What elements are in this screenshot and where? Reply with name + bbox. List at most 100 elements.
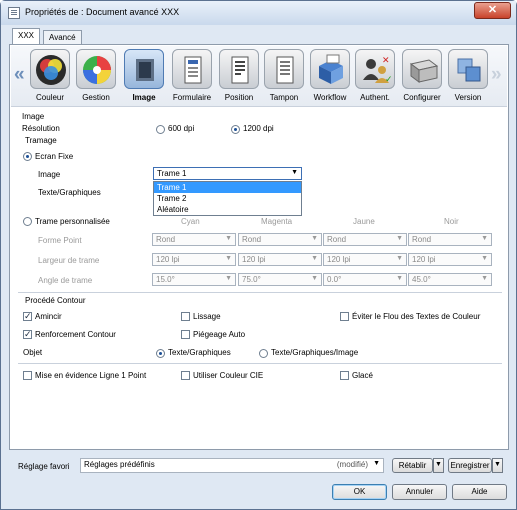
toolbar-separator	[11, 106, 507, 107]
resolution-1200-radio[interactable]	[231, 125, 240, 134]
forme-cyan-select[interactable]: Rond ▼	[152, 233, 236, 246]
toolbar-label: Couleur	[35, 93, 64, 102]
toolbar-authent[interactable]: ✕ ✓ Authent.	[353, 49, 397, 102]
select-value: Rond	[412, 235, 432, 244]
document-app-icon	[8, 7, 20, 19]
tab-avance[interactable]: Avancé	[43, 30, 82, 44]
eviter-flou-checkbox[interactable]	[340, 312, 349, 321]
eviter-flou-label: Éviter le Flou des Textes de Couleur	[352, 312, 481, 321]
forme-jaune-select[interactable]: Rond ▼	[323, 233, 407, 246]
toolbar-label: Image	[132, 93, 156, 102]
chevron-down-icon: ▼	[481, 255, 488, 262]
chevron-down-icon: ▼	[396, 255, 403, 262]
angle-trame-label: Angle de trame	[38, 276, 93, 285]
col-header-cyan: Cyan	[181, 217, 200, 226]
dropdown-option-trame-2[interactable]: Trame 2	[154, 193, 301, 204]
amincir-checkbox[interactable]: ✓	[23, 312, 32, 321]
restore-button[interactable]: Rétablir	[392, 458, 433, 473]
cancel-button[interactable]: Annuler	[392, 484, 447, 500]
tab-xxx[interactable]: XXX	[12, 28, 41, 44]
col-header-noir: Noir	[444, 217, 459, 226]
favorite-setting-select[interactable]: Réglages prédéfinis (modifié) ▼	[80, 458, 384, 473]
workflow-icon	[310, 49, 350, 89]
chevron-down-icon: ▼	[225, 275, 232, 282]
scroll-left-arrow-icon[interactable]: «	[14, 64, 25, 86]
toolbar-label: Tampon	[269, 93, 299, 102]
resolution-label: Résolution	[22, 124, 60, 133]
select-value: Rond	[327, 235, 347, 244]
contour-section-header: Procédé Contour	[25, 296, 86, 305]
angle-jaune-select[interactable]: 0.0° ▼	[323, 273, 407, 286]
image-screen-label: Image	[38, 170, 61, 179]
lissage-label: Lissage	[193, 312, 221, 321]
largeur-noir-select[interactable]: 120 lpi ▼	[408, 253, 492, 266]
select-value: 120 lpi	[156, 255, 180, 264]
objet-texte-image-label: Texte/Graphiques/Image	[271, 348, 359, 357]
svg-text:✓: ✓	[385, 75, 393, 85]
mise-en-evidence-label: Mise en évidence Ligne 1 Point	[35, 371, 147, 380]
glace-checkbox[interactable]	[340, 371, 349, 380]
ecran-fixe-radio[interactable]	[23, 152, 32, 161]
couleur-cie-checkbox[interactable]	[181, 371, 190, 380]
toolbar-workflow[interactable]: Workflow	[308, 49, 352, 102]
angle-noir-select[interactable]: 45.0° ▼	[408, 273, 492, 286]
toolbar-position[interactable]: Position	[217, 49, 261, 102]
forme-magenta-select[interactable]: Rond ▼	[238, 233, 322, 246]
help-button[interactable]: Aide	[452, 484, 507, 500]
chevron-down-icon: ▼	[481, 275, 488, 282]
image-section-header: Image	[22, 112, 45, 121]
objet-texte-image-radio[interactable]	[259, 349, 268, 358]
toolbar-label: Position	[224, 93, 254, 102]
objet-texte-label: Texte/Graphiques	[168, 348, 231, 357]
toolbar-version[interactable]: Version	[446, 49, 490, 102]
col-header-jaune: Jaune	[353, 217, 375, 226]
renforcement-checkbox[interactable]: ✓	[23, 330, 32, 339]
toolbar-label: Workflow	[313, 93, 347, 102]
toolbar-label: Formulaire	[172, 93, 212, 102]
piegeage-checkbox[interactable]	[181, 330, 190, 339]
objet-label: Objet	[23, 348, 43, 357]
tramage-label: Tramage	[25, 136, 57, 145]
mise-en-evidence-checkbox[interactable]	[23, 371, 32, 380]
select-value: 0.0°	[327, 275, 342, 284]
resolution-600-radio[interactable]	[156, 125, 165, 134]
largeur-magenta-select[interactable]: 120 lpi ▼	[238, 253, 322, 266]
toolbar-gestion[interactable]: Gestion	[74, 49, 118, 102]
restore-menu-arrow[interactable]: ▼	[433, 458, 444, 473]
largeur-cyan-select[interactable]: 120 lpi ▼	[152, 253, 236, 266]
toolbar-label: Gestion	[82, 93, 110, 102]
forme-noir-select[interactable]: Rond ▼	[408, 233, 492, 246]
texte-graphiques-label: Texte/Graphiques	[38, 188, 101, 197]
angle-cyan-select[interactable]: 15.0° ▼	[152, 273, 236, 286]
image-screen-select[interactable]: Trame 1 ▼	[153, 167, 302, 180]
lissage-checkbox[interactable]	[181, 312, 190, 321]
save-menu-arrow[interactable]: ▼	[492, 458, 503, 473]
ok-button[interactable]: OK	[332, 484, 387, 500]
toolbar-configurer[interactable]: Configurer	[400, 49, 444, 102]
chevron-down-icon: ▼	[291, 169, 298, 176]
renforcement-label: Renforcement Contour	[35, 330, 116, 339]
dropdown-option-trame-1[interactable]: Trame 1	[154, 182, 301, 193]
feature-toolbar: « » Couleur Gestion Image Formulaire Pos…	[11, 46, 507, 106]
chevron-down-icon: ▼	[311, 255, 318, 262]
toolbar-tampon[interactable]: Tampon	[262, 49, 306, 102]
chevron-down-icon: ▼	[396, 235, 403, 242]
scroll-right-arrow-icon[interactable]: »	[491, 64, 502, 86]
chevron-down-icon: ▼	[494, 461, 501, 468]
dropdown-option-aleatoire[interactable]: Aléatoire	[154, 204, 301, 215]
trame-personnalisee-radio[interactable]	[23, 217, 32, 226]
toolbar-formulaire[interactable]: Formulaire	[170, 49, 214, 102]
toolbar-image[interactable]: Image	[122, 49, 166, 102]
toolbar-couleur[interactable]: Couleur	[28, 49, 72, 102]
col-header-magenta: Magenta	[261, 217, 293, 226]
image-screen-select-value: Trame 1	[157, 169, 187, 178]
favorite-setting-label: Réglage favori	[18, 462, 70, 471]
objet-texte-radio[interactable]	[156, 349, 165, 358]
select-value: 15.0°	[156, 275, 175, 284]
chevron-down-icon: ▼	[481, 235, 488, 242]
angle-magenta-select[interactable]: 75.0° ▼	[238, 273, 322, 286]
select-value: 75.0°	[242, 275, 261, 284]
save-button[interactable]: Enregistrer	[448, 458, 492, 473]
largeur-jaune-select[interactable]: 120 lpi ▼	[323, 253, 407, 266]
close-button[interactable]: ✕	[474, 2, 511, 19]
